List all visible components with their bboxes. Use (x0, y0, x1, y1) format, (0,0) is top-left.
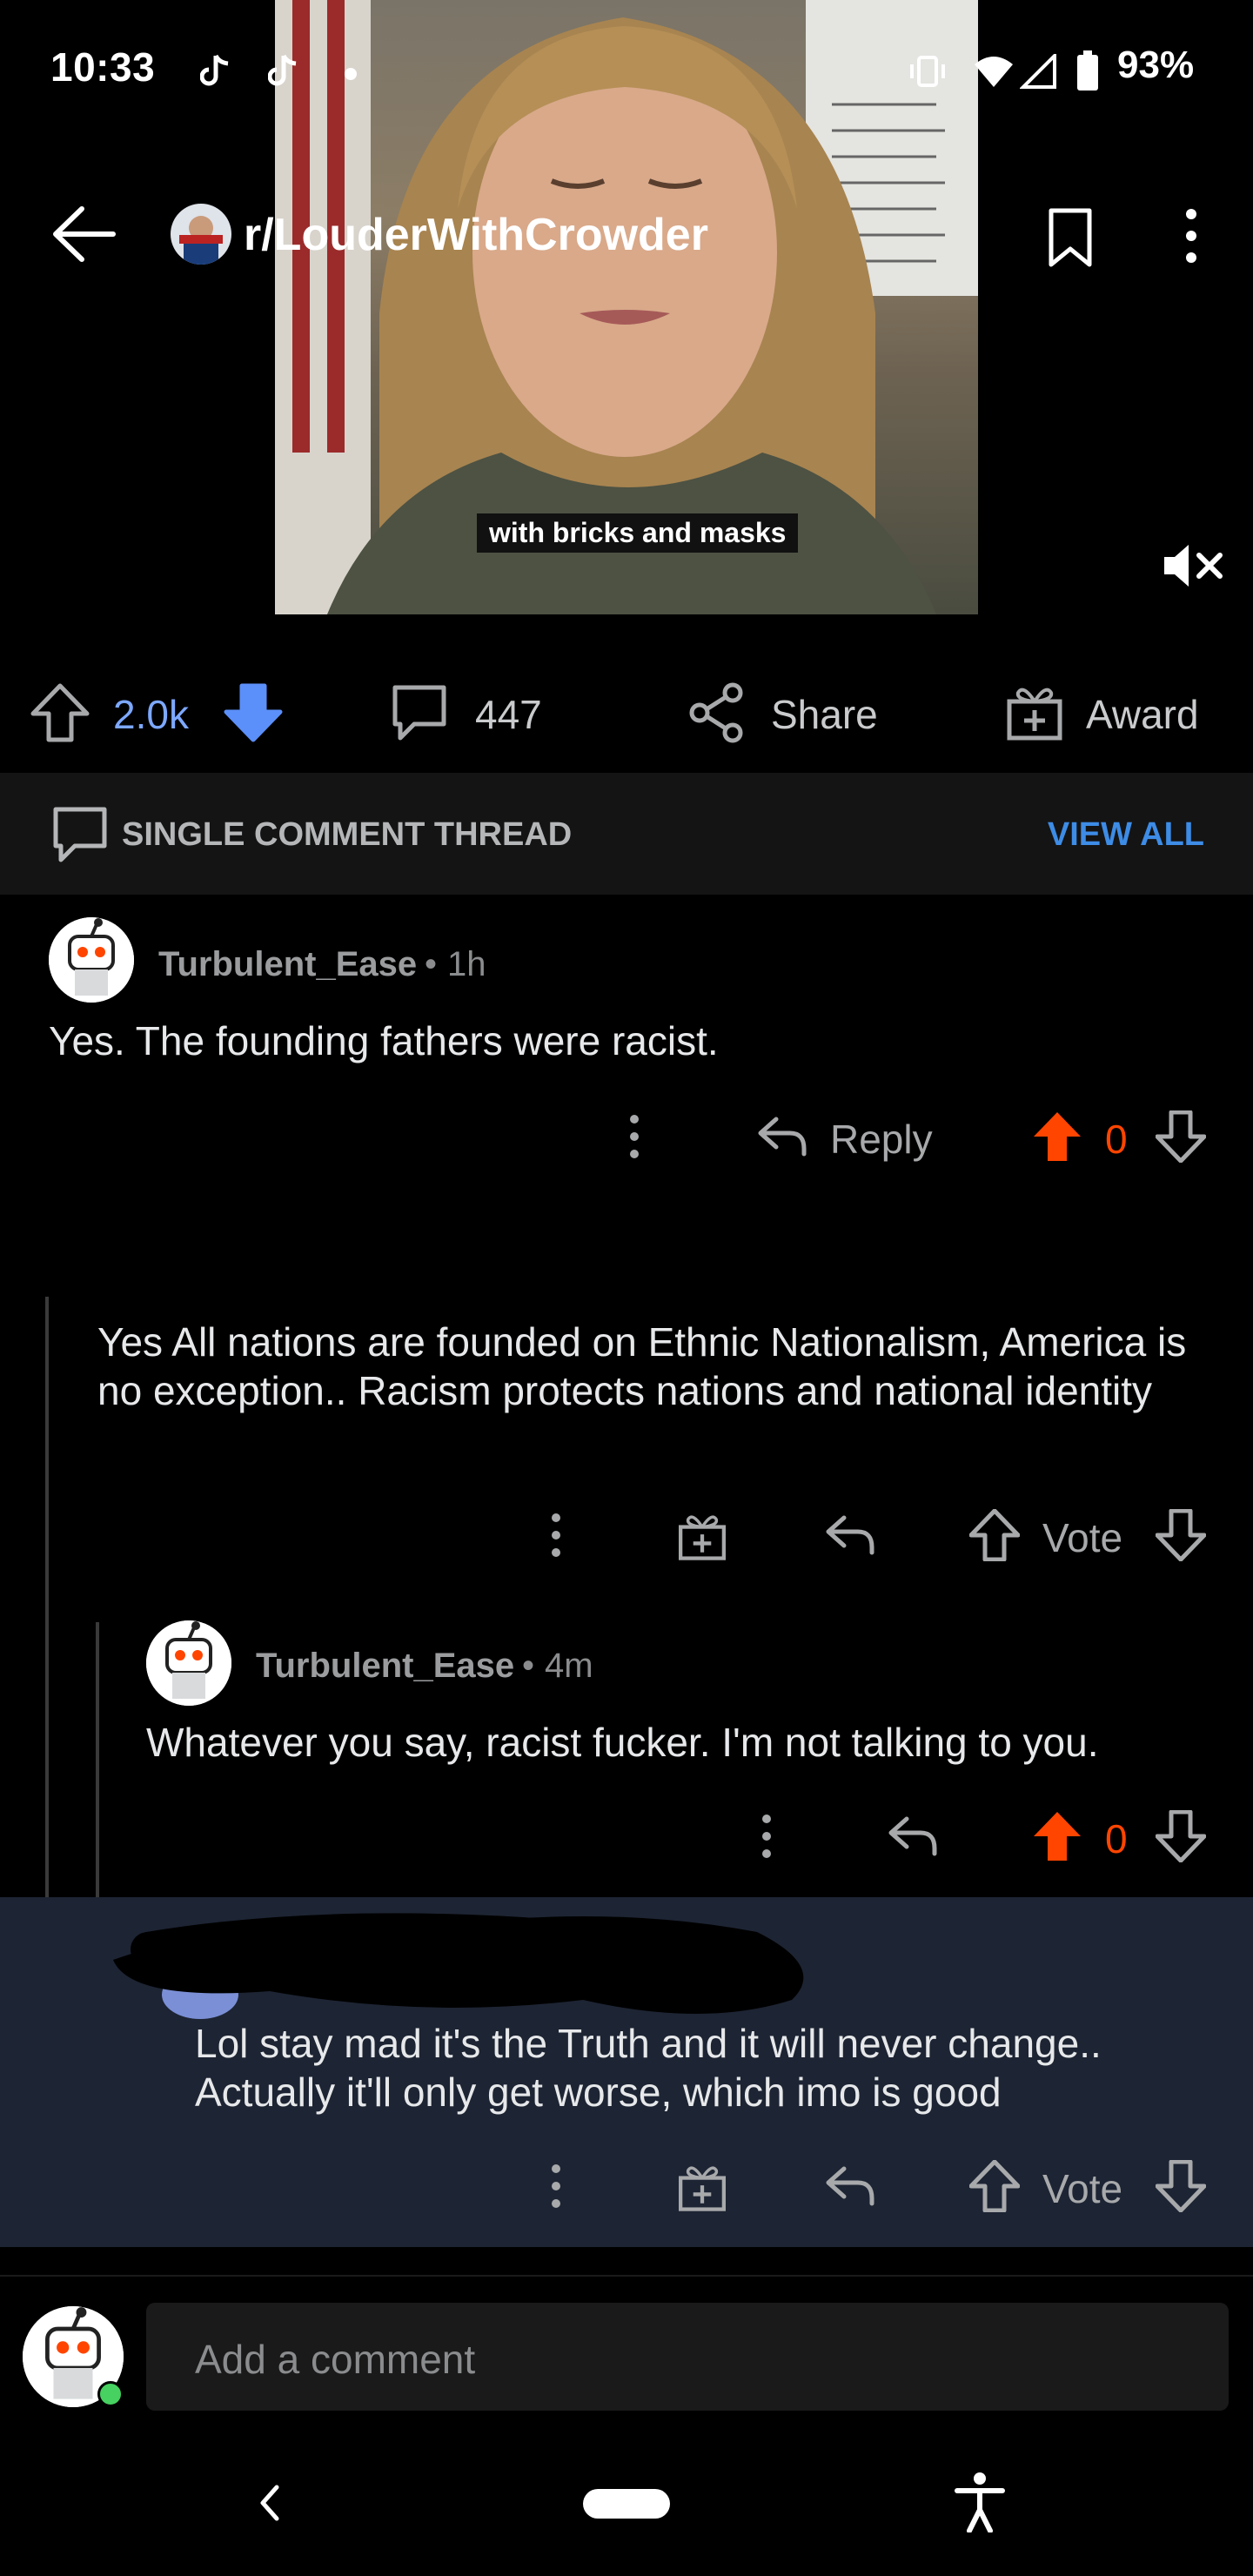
redaction-scribble (96, 1897, 827, 2028)
comment-count[interactable]: 447 (475, 691, 542, 738)
comment-body: Lol stay mad it's the Truth and it will … (195, 2021, 1102, 2115)
upvote-active-icon[interactable] (1032, 1810, 1082, 1862)
reply-icon[interactable] (886, 1814, 938, 1857)
avatar[interactable] (49, 917, 134, 1003)
comment-body: Whatever you say, racist fucker. I'm not… (146, 1720, 1099, 1765)
reply-icon[interactable] (823, 1513, 875, 1556)
comment-more-icon[interactable] (754, 1812, 780, 1861)
award-icon[interactable] (1006, 681, 1063, 741)
thread-label: SINGLE COMMENT THREAD (122, 816, 573, 853)
comment-score: 0 (1105, 1117, 1128, 1162)
downvote-icon[interactable] (1156, 1509, 1206, 1561)
vibrate-icon (905, 54, 950, 89)
view-all-link[interactable]: VIEW ALL (1048, 816, 1204, 854)
downvote-icon[interactable] (1156, 1110, 1206, 1163)
comment-separator-dot: • (522, 1647, 535, 1685)
reply-button[interactable]: Reply (830, 1116, 933, 1163)
vote-label: Vote (1042, 2166, 1123, 2211)
online-status-dot (97, 2381, 124, 2407)
vote-label: Vote (1042, 1515, 1123, 1560)
signal-icon (1020, 54, 1056, 89)
status-time: 10:33 (50, 44, 156, 90)
reply-icon[interactable] (755, 1114, 807, 1157)
back-arrow-icon[interactable] (50, 204, 117, 265)
upvote-icon[interactable] (969, 1509, 1020, 1561)
battery-percent: 93% (1117, 44, 1195, 86)
comment-separator-dot: • (425, 945, 438, 983)
tiktok-icon (268, 54, 298, 87)
comment-author[interactable]: Turbulent_Ease (256, 1647, 514, 1686)
award-icon[interactable] (675, 1509, 729, 1561)
notification-dot-icon (345, 68, 357, 80)
avatar[interactable] (146, 1620, 231, 1706)
subreddit-avatar[interactable] (171, 204, 231, 265)
award-icon[interactable] (675, 2160, 729, 2212)
post-score: 2.0k (113, 692, 189, 737)
battery-icon (1077, 50, 1098, 91)
tiktok-icon (200, 54, 230, 87)
comment-icon[interactable] (390, 682, 449, 743)
comment-more-icon[interactable] (621, 1112, 647, 1161)
downvote-icon[interactable] (1156, 2160, 1206, 2212)
downvote-icon[interactable] (223, 682, 284, 743)
share-button[interactable]: Share (771, 691, 878, 738)
share-icon[interactable] (687, 682, 745, 743)
comment-author[interactable]: Turbulent_Ease (158, 945, 417, 984)
more-options-icon[interactable] (1178, 205, 1204, 266)
nav-back-icon[interactable] (256, 2482, 284, 2524)
comment-age: 4m (545, 1647, 593, 1685)
upvote-icon[interactable] (30, 682, 90, 743)
upvote-icon[interactable] (969, 2160, 1020, 2212)
comment-score: 0 (1105, 1816, 1128, 1862)
mute-icon[interactable] (1161, 543, 1225, 588)
comment-more-icon[interactable] (543, 1511, 569, 1560)
bookmark-icon[interactable] (1044, 207, 1096, 268)
comment-body: Yes All nations are founded on Ethnic Na… (97, 1319, 1187, 1413)
comment-age: 1h (447, 945, 486, 983)
video-caption: with bricks and masks (477, 513, 799, 553)
upvote-active-icon[interactable] (1032, 1110, 1082, 1163)
subreddit-name[interactable]: r/LouderWithCrowder (244, 209, 708, 261)
reply-icon[interactable] (823, 2163, 875, 2207)
divider (0, 2275, 1253, 2277)
add-comment-placeholder[interactable]: Add a comment (195, 2336, 475, 2383)
comment-body: Yes. The founding fathers were racist. (49, 1018, 719, 1063)
comment-more-icon[interactable] (543, 2162, 569, 2210)
wifi-icon (973, 54, 1015, 89)
comment-thread-icon (50, 804, 110, 865)
accessibility-icon[interactable] (954, 2472, 1006, 2532)
nav-home-pill[interactable] (583, 2489, 670, 2519)
award-button[interactable]: Award (1086, 691, 1199, 738)
downvote-icon[interactable] (1156, 1810, 1206, 1862)
